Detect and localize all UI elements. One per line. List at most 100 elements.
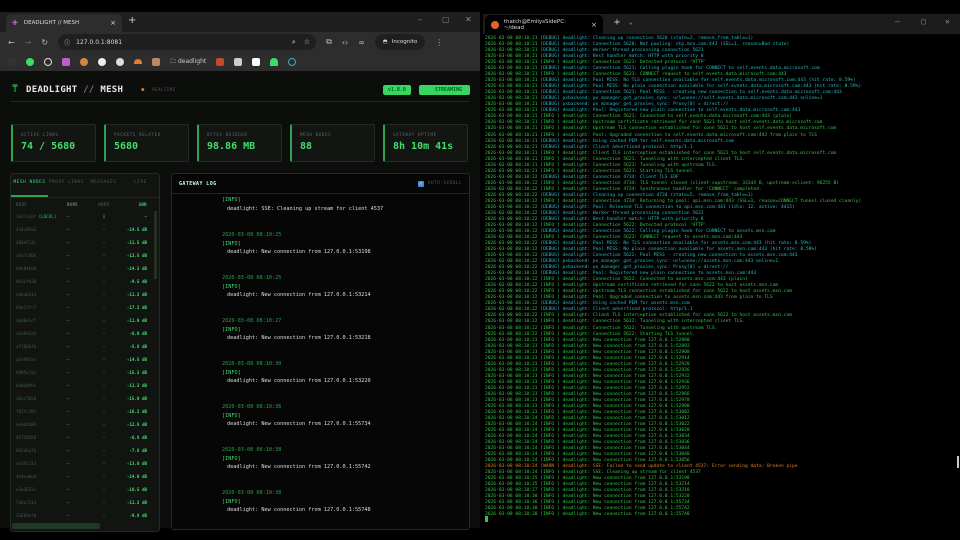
bookmark-icon[interactable] (252, 57, 261, 66)
line-timestamp: 2026-03-08 08:10:30 (485, 494, 541, 500)
tab-proxy-links[interactable]: PROXY LINKS (48, 174, 85, 197)
new-tab-button[interactable]: + (128, 15, 136, 26)
site-info-icon[interactable]: ⓘ (64, 38, 70, 47)
line-timestamp: 2026-03-08 08:10:24 (485, 422, 541, 427)
code-icon[interactable]: ‹› (342, 38, 348, 47)
tab-messages[interactable]: MESSAGES (85, 174, 122, 197)
checkbox-checked-icon[interactable]: ✓ (417, 180, 424, 187)
table-row[interactable]: 1de7cdaf [LOCAL] —0— (11, 210, 159, 223)
maximize-button[interactable]: ▢ (442, 15, 450, 24)
close-window-button[interactable]: ✕ (945, 17, 950, 26)
column-header-node[interactable]: NODE (11, 202, 67, 207)
table-row[interactable]: 6985e7dc — — -15.2 dB (11, 366, 159, 379)
table-row[interactable]: 7dda7313 — — -11.2 dB (11, 496, 159, 509)
table-row[interactable]: e2e3832c — — -10.5 dB (11, 483, 159, 496)
table-row[interactable]: a2e98fec — — -14.5 dB (11, 353, 159, 366)
node-hops: — (91, 357, 117, 362)
line-timestamp: 2026-03-08 08:10:22 (485, 295, 541, 301)
table-row[interactable]: 69b04bd8 — — -14.2 dB (11, 262, 159, 275)
table-row[interactable]: a6d7c60b — — -12.5 dB (11, 249, 159, 262)
table-row[interactable]: 486d713c — — -11.5 dB (11, 236, 159, 249)
table-row[interactable]: eebd2089 — — -12.8 dB (11, 418, 159, 431)
minimize-button[interactable]: – (895, 17, 900, 26)
incognito-badge[interactable]: ◓ Incognito (374, 34, 426, 50)
column-header-snr[interactable]: SNR (117, 202, 147, 207)
cell-text: 69a13fc7 (16, 305, 37, 310)
terminal-tab[interactable]: thatch@EmilysSidePC: ~/dead × (485, 15, 603, 34)
table-row[interactable]: edda0d13 — — -11.2 dB (11, 288, 159, 301)
vertical-scrollbar[interactable] (154, 211, 157, 279)
cloudflare-icon[interactable] (134, 59, 142, 64)
table-row[interactable]: 416c89a3 — — -14.5 dB (11, 223, 159, 236)
column-header-name[interactable]: NAME (67, 202, 91, 207)
line-level: [INFO ] (540, 337, 563, 343)
column-header-hops[interactable]: HOPS (91, 202, 117, 207)
bookmark-icon[interactable] (98, 57, 106, 66)
minimize-button[interactable]: – (418, 15, 422, 24)
table-row[interactable]: 092d6a7b — — -7.8 dB (11, 444, 159, 457)
terminal-scrollbar[interactable] (957, 456, 959, 468)
table-row[interactable]: af186bfb — — -5.8 dB (11, 340, 159, 353)
auto-scroll-toggle[interactable]: ✓ AUTO-SCROLL (417, 180, 462, 187)
bookmark-icon[interactable] (44, 57, 52, 66)
tab-live[interactable]: LIVE (122, 174, 159, 197)
cell-text: -12.5 dB (126, 253, 147, 258)
close-tab-icon[interactable]: × (591, 21, 597, 29)
stat-label: PACKETS RELAYED (114, 132, 161, 137)
line-message: deadlight: Upstream TLS connection estab… (562, 289, 793, 295)
bookmark-icon[interactable] (152, 57, 160, 66)
cell-text: -16.2 dB (126, 409, 147, 414)
table-row[interactable]: ae391214 — — -13.0 dB (11, 457, 159, 470)
star-icon[interactable]: ☆ (304, 38, 310, 47)
extension-icon[interactable]: ⧉ (326, 37, 332, 47)
cell-text: 69b04bd8 (16, 266, 37, 271)
github-icon[interactable] (116, 57, 124, 66)
dropdown-icon[interactable]: ⌄ (629, 19, 633, 26)
log-message: deadlight: New connection from 127.0.0.1… (227, 464, 371, 470)
table-row[interactable]: 45730558 — — -6.8 dB (11, 431, 159, 444)
bookmark-icon[interactable] (26, 57, 34, 66)
cell-text: — (102, 448, 106, 453)
tab-mesh-nodes[interactable]: MESH NODES (11, 174, 48, 197)
bookmark-icon[interactable] (216, 57, 225, 66)
apps-icon[interactable] (8, 57, 16, 66)
table-row[interactable]: f62fc287 — — -16.2 dB (11, 405, 159, 418)
reload-icon[interactable]: ↻ (41, 38, 48, 47)
horizontal-scrollbar[interactable] (12, 523, 100, 529)
table-row[interactable]: 4edcabe4 — — -14.0 dB (11, 470, 159, 483)
maximize-button[interactable]: ▢ (921, 17, 926, 26)
back-icon[interactable]: ← (8, 38, 15, 47)
bookmark-icon[interactable] (80, 57, 88, 66)
browser-tab[interactable]: ✚ DEADLIGHT // MESH × (6, 14, 122, 32)
node-hops: — (91, 448, 117, 453)
link-icon[interactable]: ∞ (358, 38, 365, 47)
line-level: [INFO ] (540, 180, 563, 186)
cell-text: — (102, 474, 106, 479)
table-row[interactable]: 69a13fc7 — — -17.2 dB (11, 301, 159, 314)
table-row[interactable]: 33603ef0 — — -9.8 dB (11, 509, 159, 522)
line-message: pxbackend: px_manager_get_proxies_sync: … (562, 102, 729, 108)
close-window-button[interactable]: ✕ (465, 15, 472, 24)
line-timestamp: 2026-03-08 08:10:21 (485, 90, 541, 96)
table-row[interactable]: 16ec7650 — — -15.0 dB (11, 392, 159, 405)
menu-icon[interactable]: ⋮ (435, 38, 443, 47)
node-name: — (67, 448, 91, 453)
title-part: DEADLIGHT (26, 84, 78, 95)
bookmark-icon[interactable] (288, 57, 297, 66)
close-tab-icon[interactable]: × (110, 19, 116, 27)
zoom-icon[interactable]: ⌕ (292, 38, 296, 47)
bookmark-icon[interactable] (234, 57, 243, 66)
address-bar[interactable]: ⓘ 127.0.0.1:8081 ⌕ ☆ (58, 34, 317, 50)
table-row[interactable]: b03cfd30 — — -9.5 dB (11, 275, 159, 288)
table-row[interactable]: abe0e1cf — — -11.0 dB (11, 314, 159, 327)
table-row[interactable]: a2e9d2d4 — — -8.0 dB (11, 327, 159, 340)
bookmark-folder[interactable]: 🗀 deadlight (170, 57, 206, 67)
new-tab-button[interactable]: + (614, 17, 620, 28)
bookmark-icon[interactable] (62, 57, 70, 66)
bookmark-icon[interactable] (270, 57, 279, 66)
forward-icon[interactable]: → (25, 38, 32, 47)
node-hops: — (91, 461, 117, 466)
table-row[interactable]: ba0dd99c — — -11.2 dB (11, 379, 159, 392)
node-name: — (67, 422, 91, 427)
line-message: deadlight: New connection from 127.0.0.1… (562, 458, 690, 464)
